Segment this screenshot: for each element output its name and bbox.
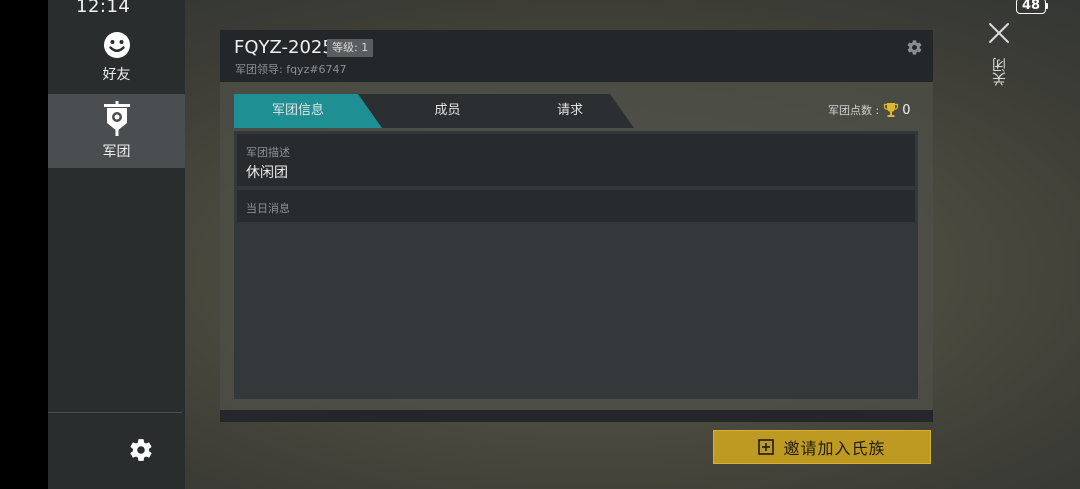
points-label: 军团点数 : [828, 104, 880, 117]
motd-label: 当日消息 [246, 202, 290, 215]
invite-to-clan-button[interactable]: 邀请加入氏族 [713, 430, 931, 464]
tab-label: 请求 [556, 103, 583, 118]
tab-requests[interactable]: 请求 [482, 94, 634, 128]
tab-bar: 军团信息 成员 请求 [234, 94, 654, 128]
motd-box[interactable]: 当日消息 [237, 190, 915, 222]
sidebar-divider [48, 412, 182, 413]
sidebar: 好友 军团 [48, 0, 185, 489]
sidebar-item-friends[interactable]: 好友 [48, 20, 185, 94]
legion-banner-icon [103, 101, 130, 136]
sidebar-item-label: 好友 [102, 67, 131, 83]
level-badge: 等级: 1 [327, 39, 374, 57]
tab-label: 成员 [434, 103, 461, 118]
invite-button-label: 邀请加入氏族 [783, 439, 886, 458]
description-box[interactable]: 军团描述 休闲团 [237, 134, 915, 186]
points-value: 0 [902, 102, 911, 118]
battery-cap [1046, 3, 1048, 9]
screen: 好友 军团 12:14 FQYZ-2025 等级: 1 军团领导: fqyz#6… [0, 0, 1080, 489]
gear-icon[interactable] [128, 437, 154, 463]
smiley-icon [103, 32, 130, 58]
sidebar-item-label: 军团 [102, 144, 131, 160]
tab-label: 军团信息 [271, 103, 324, 118]
trophy-icon [884, 103, 899, 117]
left-black-strip [0, 0, 48, 489]
panel-header: FQYZ-2025 等级: 1 军团领导: fqyz#6747 [220, 30, 933, 82]
legion-title: FQYZ-2025 [234, 37, 334, 58]
plus-square-icon [758, 439, 775, 455]
status-time: 12:14 [76, 0, 131, 17]
sidebar-item-legion[interactable]: 军团 [48, 94, 185, 168]
panel-bottom-bar [220, 410, 933, 422]
close-icon[interactable] [988, 22, 1010, 44]
description-label: 军团描述 [246, 146, 290, 159]
legion-leader: 军团领导: fqyz#6747 [235, 63, 347, 76]
close-label[interactable]: 关闭 [990, 58, 1010, 86]
battery-indicator: 48 [1016, 0, 1046, 14]
gear-icon[interactable] [906, 39, 923, 56]
description-value: 休闲团 [246, 165, 288, 181]
legion-points: 军团点数 : 0 [828, 102, 910, 118]
